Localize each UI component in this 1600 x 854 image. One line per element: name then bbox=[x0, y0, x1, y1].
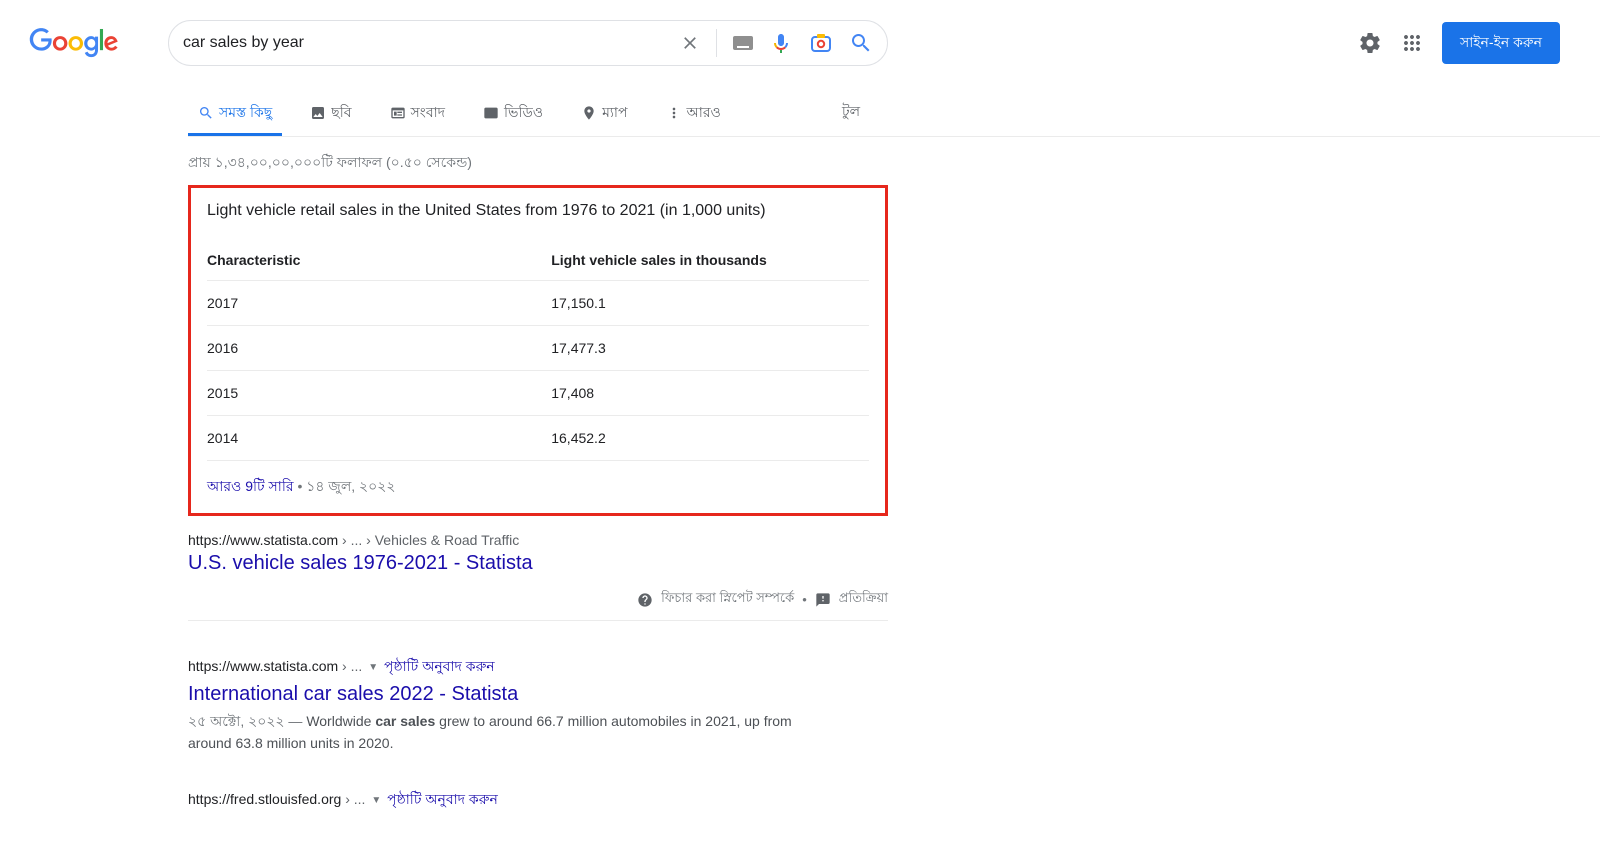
table-row: 201717,150.1 bbox=[207, 281, 869, 326]
translate-link[interactable]: পৃষ্ঠাটি অনুবাদ করুন bbox=[387, 791, 498, 807]
result-item: https://fred.stlouisfed.org › ... ▼ পৃষ্… bbox=[188, 788, 888, 812]
apps-icon[interactable] bbox=[1400, 31, 1424, 55]
search-bar[interactable] bbox=[168, 20, 888, 66]
snippet-info-bar: ফিচার করা স্নিপেট সম্পর্কে • প্রতিক্রিয়… bbox=[188, 589, 888, 621]
breadcrumb[interactable]: https://www.statista.com › ... ▼ পৃষ্ঠাট… bbox=[188, 655, 888, 679]
tab-label: ম্যাপ bbox=[602, 101, 627, 125]
result-title-link[interactable]: International car sales 2022 - Statista bbox=[188, 679, 518, 706]
tab-videos[interactable]: ভিডিও bbox=[473, 89, 553, 136]
tools-button[interactable]: টুল bbox=[842, 88, 860, 136]
snippet-table: Characteristic Light vehicle sales in th… bbox=[207, 242, 869, 461]
header-bar: সাইন-ইন করুন bbox=[0, 0, 1600, 66]
tab-images[interactable]: ছবি bbox=[300, 89, 361, 136]
results-area: প্রায় ১,৩৪,০০,০০,০০০টি ফলাফল (০.৫০ সেকে… bbox=[188, 137, 888, 812]
tab-label: সংবাদ bbox=[411, 101, 445, 125]
search-input[interactable] bbox=[183, 34, 680, 52]
keyboard-icon[interactable] bbox=[733, 36, 753, 50]
google-logo[interactable] bbox=[28, 28, 120, 58]
clear-icon[interactable] bbox=[680, 33, 700, 53]
search-icon[interactable] bbox=[849, 31, 873, 55]
result-description: ২৫ অক্টো, ২০২২ — Worldwide car sales gre… bbox=[188, 710, 818, 754]
tabs-bar: সমস্ত কিছু ছবি সংবাদ ভিডিও ম্যাপ আরও টুল bbox=[188, 88, 1600, 137]
breadcrumb[interactable]: https://fred.stlouisfed.org › ... ▼ পৃষ্… bbox=[188, 788, 888, 812]
tab-label: ভিডিও bbox=[504, 101, 543, 125]
snippet-title: Light vehicle retail sales in the United… bbox=[207, 202, 869, 220]
header-right: সাইন-ইন করুন bbox=[1358, 22, 1580, 64]
tab-label: সমস্ত কিছু bbox=[219, 101, 272, 125]
table-row: 201617,477.3 bbox=[207, 326, 869, 371]
table-header: Light vehicle sales in thousands bbox=[551, 242, 869, 281]
table-row: 201517,408 bbox=[207, 371, 869, 416]
settings-icon[interactable] bbox=[1358, 31, 1382, 55]
tab-label: ছবি bbox=[331, 101, 351, 125]
more-rows: আরও 9টি সারি • ১৪ জুল, ২০২২ bbox=[207, 475, 869, 499]
tab-more[interactable]: আরও bbox=[656, 89, 731, 136]
table-header: Characteristic bbox=[207, 242, 551, 281]
result-item: https://www.statista.com › ... ▼ পৃষ্ঠাট… bbox=[188, 655, 888, 754]
tab-maps[interactable]: ম্যাপ bbox=[571, 89, 637, 136]
translate-link[interactable]: পৃষ্ঠাটি অনুবাদ করুন bbox=[384, 658, 495, 674]
feedback-icon[interactable] bbox=[815, 592, 831, 608]
result-title-link[interactable]: U.S. vehicle sales 1976-2021 - Statista bbox=[188, 548, 533, 575]
more-rows-link[interactable]: আরও 9টি সারি bbox=[207, 478, 294, 494]
table-row: 201416,452.2 bbox=[207, 416, 869, 461]
search-actions bbox=[680, 29, 873, 57]
tab-label: আরও bbox=[687, 101, 721, 125]
image-search-icon[interactable] bbox=[809, 31, 833, 55]
help-icon[interactable] bbox=[637, 592, 653, 608]
result-stats: প্রায় ১,৩৪,০০,০০,০০০টি ফলাফল (০.৫০ সেকে… bbox=[188, 137, 888, 185]
tab-all[interactable]: সমস্ত কিছু bbox=[188, 89, 282, 136]
result-item: https://www.statista.com › ... › Vehicle… bbox=[188, 532, 888, 621]
featured-snippet: Light vehicle retail sales in the United… bbox=[188, 185, 888, 516]
breadcrumb[interactable]: https://www.statista.com › ... › Vehicle… bbox=[188, 532, 888, 548]
voice-search-icon[interactable] bbox=[769, 31, 793, 55]
signin-button[interactable]: সাইন-ইন করুন bbox=[1442, 22, 1560, 64]
feedback-link[interactable]: প্রতিক্রিয়া bbox=[839, 589, 888, 610]
tab-news[interactable]: সংবাদ bbox=[380, 89, 455, 136]
about-snippet-link[interactable]: ফিচার করা স্নিপেট সম্পর্কে bbox=[661, 589, 794, 610]
